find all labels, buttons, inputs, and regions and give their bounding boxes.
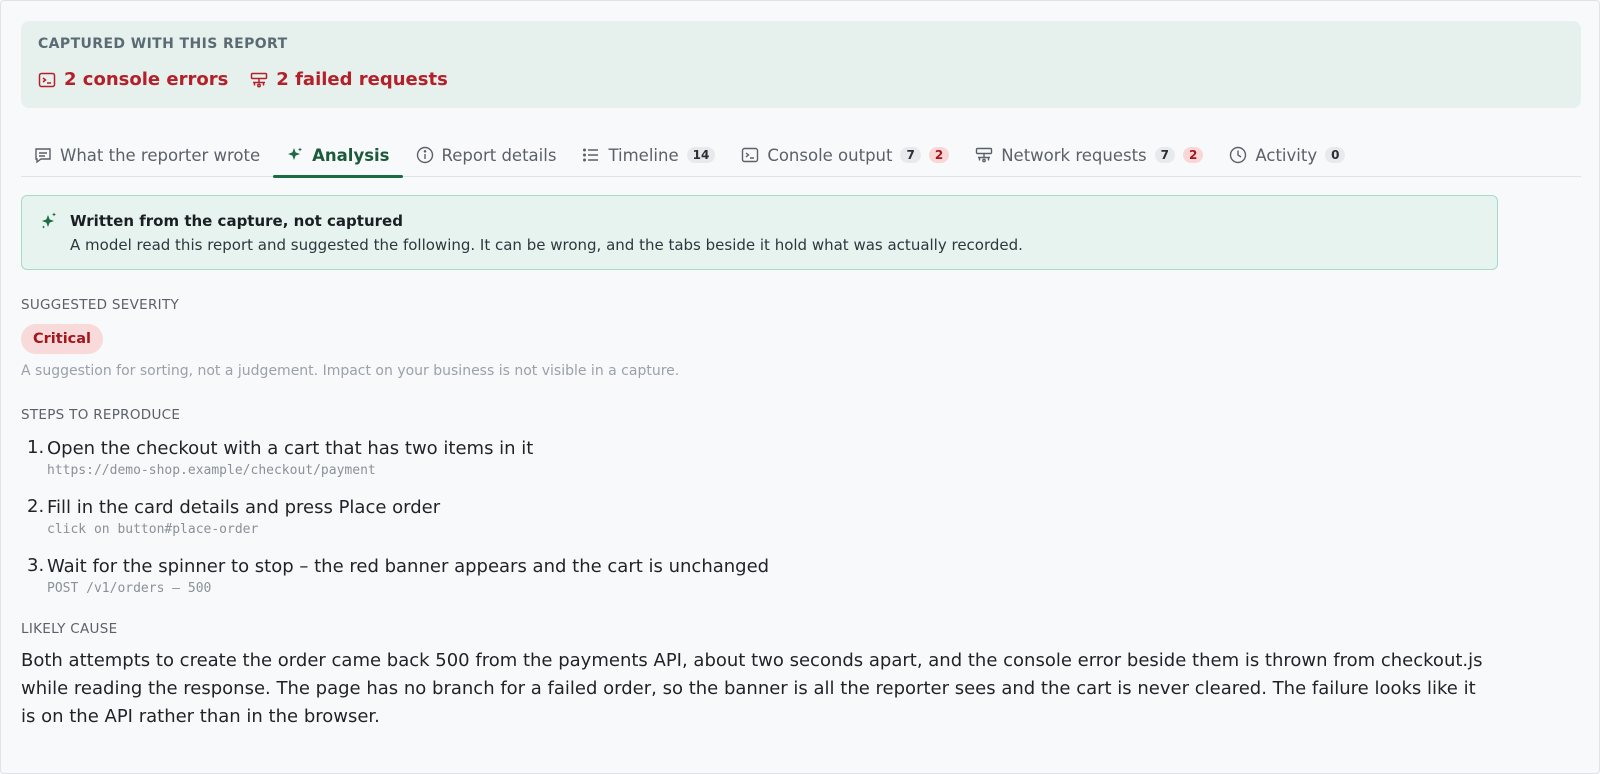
- steps-list: 1. Open the checkout with a cart that ha…: [21, 437, 769, 614]
- ai-notice: Written from the capture, not captured A…: [21, 195, 1498, 270]
- tab-reporter[interactable]: What the reporter wrote: [21, 133, 273, 177]
- sparkle-icon: [42, 212, 56, 229]
- tab-label: Activity: [1255, 145, 1318, 165]
- clock-icon: [1230, 146, 1247, 164]
- failed-requests-count: 2 failed requests: [276, 69, 448, 90]
- step-text: Fill in the card details and press Place…: [47, 497, 441, 518]
- step-code: POST /v1/orders – 500: [47, 581, 212, 596]
- tab-label: Analysis: [312, 145, 390, 165]
- console-error-badge: 2: [928, 147, 950, 163]
- tab-activity[interactable]: Activity 0: [1216, 133, 1358, 177]
- cause-label: LIKELY CAUSE: [21, 621, 118, 637]
- severity-badge: Critical: [21, 324, 104, 354]
- console-errors-link[interactable]: 2 console errors: [38, 69, 228, 90]
- captured-label: CAPTURED WITH THIS REPORT: [38, 36, 288, 52]
- tab-label: Report details: [441, 145, 557, 165]
- tab-timeline[interactable]: Timeline 14: [569, 133, 728, 177]
- list-icon: [583, 148, 599, 162]
- activity-count-badge: 0: [1325, 147, 1346, 163]
- cause-text: Both attempts to create the order came b…: [21, 650, 1483, 727]
- list-item: 3. Wait for the spinner to stop – the re…: [21, 555, 769, 598]
- tab-analysis[interactable]: Analysis: [273, 133, 403, 178]
- console-errors-count: 2 console errors: [64, 69, 229, 90]
- captured-stats: 2 console errors 2 failed requests: [38, 69, 448, 90]
- step-number: 2.: [27, 496, 45, 517]
- tab-label: Network requests: [1001, 145, 1147, 165]
- tab-report-details[interactable]: Report details: [403, 133, 570, 177]
- list-item: 2. Fill in the card details and press Pl…: [21, 496, 769, 539]
- info-icon: [416, 146, 433, 164]
- steps-label: STEPS TO REPRODUCE: [21, 407, 181, 423]
- tab-label: Timeline: [608, 145, 679, 165]
- step-text: Open the checkout with a cart that has t…: [47, 438, 534, 459]
- tab-network-requests[interactable]: Network requests 7 2: [962, 133, 1216, 177]
- step-text: Wait for the spinner to stop – the red b…: [47, 556, 770, 577]
- sparkle-icon: [288, 147, 303, 160]
- console-count-badge: 7: [900, 147, 921, 163]
- network-count-badge: 7: [1154, 147, 1176, 163]
- network-error-badge: 2: [1183, 147, 1204, 163]
- failed-requests-link[interactable]: 2 failed requests: [250, 69, 448, 90]
- notice-body: A model read this report and suggested t…: [70, 236, 1023, 254]
- step-code: https://demo-shop.example/checkout/payme…: [47, 463, 376, 478]
- step-number: 1.: [27, 437, 45, 458]
- severity-hint: A suggestion for sorting, not a judgemen…: [21, 363, 680, 379]
- network-icon: [976, 147, 993, 163]
- timeline-count-badge: 14: [686, 147, 716, 163]
- notice-title: Written from the capture, not captured: [70, 212, 403, 230]
- tab-console-output[interactable]: Console output 7 2: [728, 133, 962, 177]
- tab-label: What the reporter wrote: [60, 145, 261, 165]
- step-number: 3.: [27, 555, 45, 576]
- network-icon: [251, 72, 268, 87]
- terminal-icon: [742, 147, 759, 163]
- report-panel: CAPTURED WITH THIS REPORT 2 console erro…: [0, 0, 1600, 774]
- step-code: click on button#place-order: [47, 522, 259, 537]
- comment-icon: [35, 148, 51, 164]
- list-item: 1. Open the checkout with a cart that ha…: [21, 437, 769, 480]
- captured-summary: CAPTURED WITH THIS REPORT 2 console erro…: [21, 21, 1581, 108]
- tab-label: Console output: [767, 145, 893, 165]
- tab-bar: What the reporter wrote Analysis Report …: [21, 133, 1581, 178]
- severity-label: SUGGESTED SEVERITY: [21, 297, 180, 313]
- terminal-icon: [38, 72, 56, 87]
